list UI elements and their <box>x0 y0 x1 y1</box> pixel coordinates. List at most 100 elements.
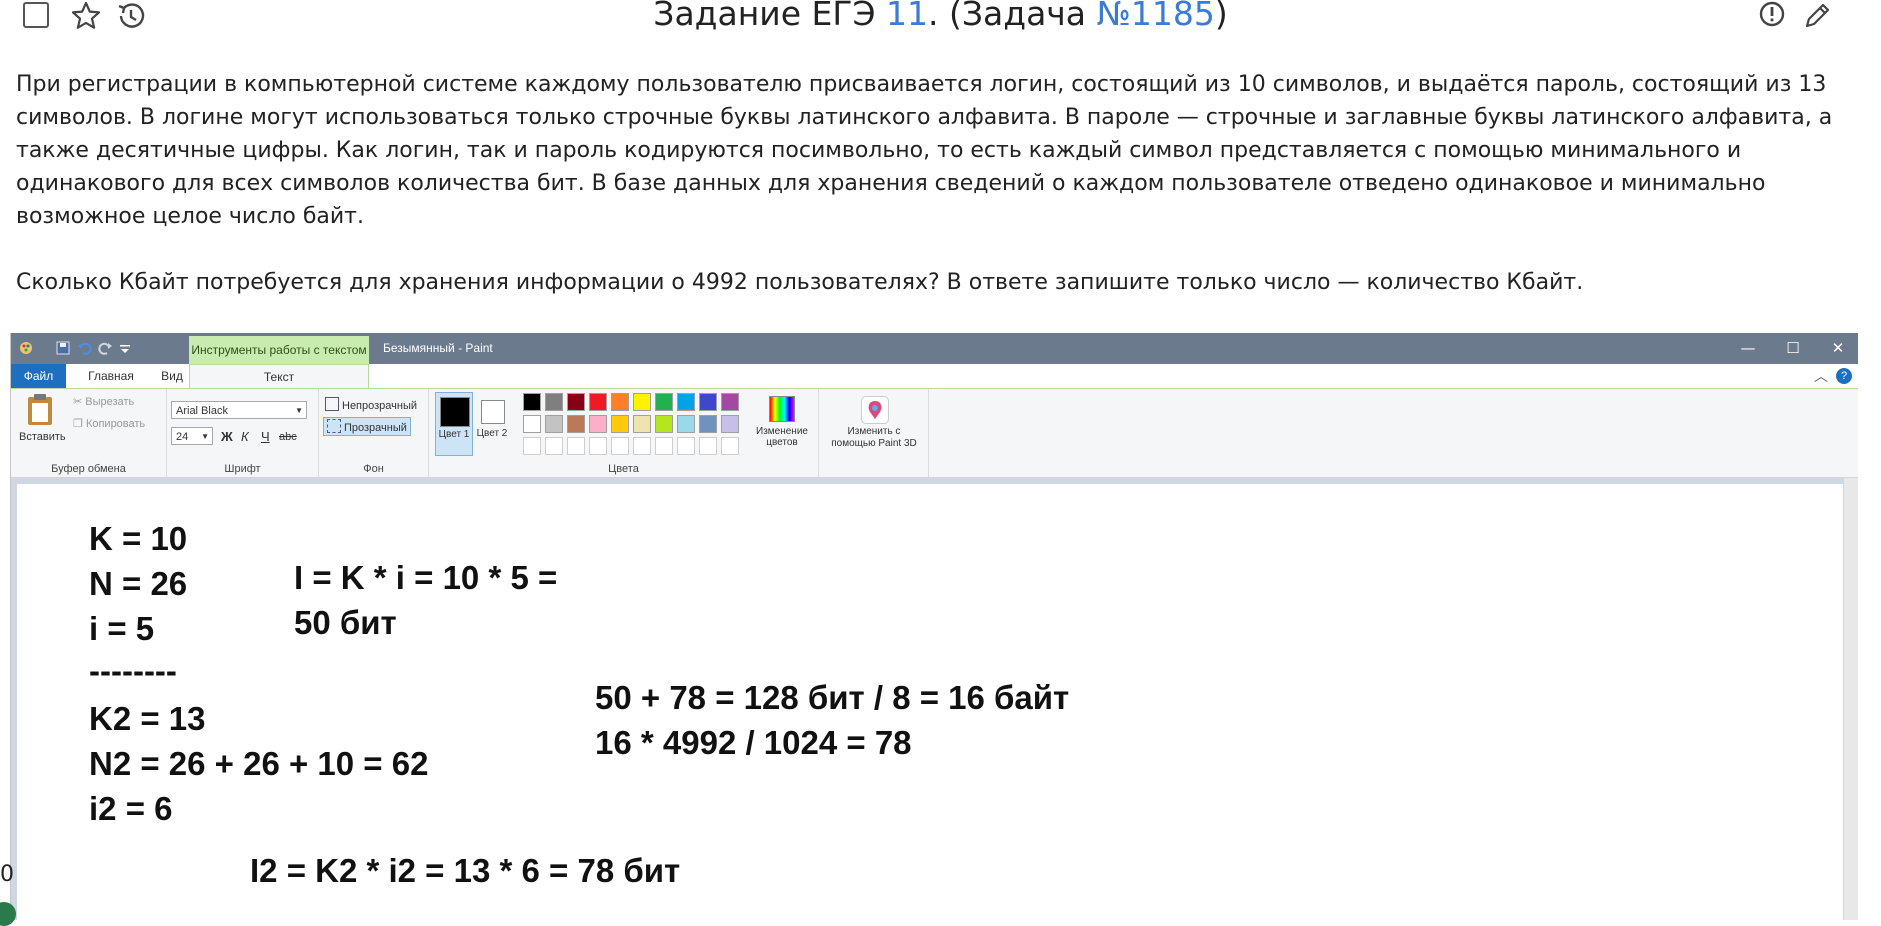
colors-group: Цвет 1 Цвет 2 Изменение цветов Цвета <box>429 389 819 477</box>
palette-swatch[interactable] <box>699 393 717 411</box>
palette-swatch[interactable] <box>523 415 541 433</box>
close-button[interactable]: ✕ <box>1816 333 1858 364</box>
palette-swatch[interactable] <box>545 393 563 411</box>
cut-button[interactable]: ✂ Вырезать <box>73 395 134 408</box>
opaque-button[interactable]: Непрозрачный <box>325 397 417 412</box>
background-group-label: Фон <box>363 463 384 475</box>
copy-icon: ❐ <box>73 418 83 430</box>
task-paragraph-1: При регистрации в компьютерной системе к… <box>16 72 1833 229</box>
customize-toolbar-icon[interactable] <box>117 340 133 356</box>
color2-button[interactable]: Цвет 2 <box>475 392 511 456</box>
paste-button[interactable]: Вставить <box>19 431 66 443</box>
palette-swatch[interactable] <box>567 415 585 433</box>
font-group: Arial Black ▼ 24 ▼ Ж К Ч abc Шрифт <box>167 389 319 477</box>
palette-swatch[interactable] <box>721 393 739 411</box>
tab-home[interactable]: Главная <box>75 364 147 388</box>
palette-swatch[interactable] <box>699 415 717 433</box>
tab-file[interactable]: Файл <box>11 364 66 388</box>
tab-text[interactable]: Текст <box>189 364 369 388</box>
custom-color-slot[interactable] <box>699 437 717 455</box>
canvas-line-n: N = 26 <box>89 565 188 602</box>
title-suffix: ) <box>1214 0 1228 33</box>
palette-swatch[interactable] <box>545 415 563 433</box>
palette-swatch[interactable] <box>633 393 651 411</box>
edit-icon[interactable] <box>1801 0 1833 32</box>
canvas-kb-calc: 16 * 4992 / 1024 = 78 <box>595 724 912 761</box>
custom-color-slot[interactable] <box>633 437 651 455</box>
transparent-button[interactable]: Прозрачный <box>323 417 411 436</box>
background-group: Непрозрачный Прозрачный Фон <box>319 389 429 477</box>
custom-color-slot[interactable] <box>611 437 629 455</box>
copy-button[interactable]: ❐ Копировать <box>73 417 145 430</box>
page-header: Задание ЕГЭ 11. (Задача №1185) <box>0 0 1881 40</box>
task-number-link[interactable]: 11 <box>886 0 928 33</box>
save-icon[interactable] <box>55 340 71 356</box>
canvas-separator: -------- <box>89 652 177 689</box>
paste-icon[interactable] <box>25 393 55 427</box>
font-family-select[interactable]: Arial Black ▼ <box>171 401 307 419</box>
custom-color-slot[interactable] <box>655 437 673 455</box>
palette-swatch[interactable] <box>589 415 607 433</box>
palette-swatch[interactable] <box>721 415 739 433</box>
color1-label: Цвет 1 <box>438 429 470 440</box>
problem-id-link[interactable]: №1185 <box>1097 0 1215 33</box>
canvas-area: K = 10 N = 26 i = 5 -------- K2 = 13 N2 … <box>11 478 1858 920</box>
paint-app-icon <box>18 340 34 356</box>
minimize-button[interactable]: — <box>1726 333 1770 364</box>
opaque-label: Непрозрачный <box>342 400 418 412</box>
palette-swatch[interactable] <box>677 393 695 411</box>
palette-swatch[interactable] <box>633 415 651 433</box>
ribbon: Вставить ✂ Вырезать ❐ Копировать Буфер о… <box>11 389 1858 478</box>
custom-color-slot[interactable] <box>567 437 585 455</box>
bold-button[interactable]: Ж <box>221 429 233 444</box>
custom-color-slot[interactable] <box>589 437 607 455</box>
palette-swatch[interactable] <box>611 415 629 433</box>
custom-color-slot[interactable] <box>721 437 739 455</box>
cut-label: Вырезать <box>85 396 135 408</box>
palette-swatch[interactable] <box>655 393 673 411</box>
italic-button[interactable]: К <box>241 429 249 444</box>
paint-window: Инструменты работы с текстом Безымянный … <box>10 333 1858 920</box>
scissors-icon: ✂ <box>73 396 83 408</box>
paint-window-title: Безымянный - Paint <box>383 341 493 355</box>
paint3d-button[interactable]: Изменить с помощью Paint 3D <box>827 392 921 456</box>
palette-swatch[interactable] <box>677 415 695 433</box>
ribbon-tabs: Файл Главная Вид Текст ︿ ? <box>11 364 1858 389</box>
vertical-scrollbar[interactable] <box>1844 478 1858 920</box>
color1-swatch <box>440 397 470 427</box>
custom-color-slot[interactable] <box>545 437 563 455</box>
canvas-line-i2: i2 = 6 <box>89 790 173 827</box>
undo-icon[interactable] <box>77 340 93 356</box>
dropdown-arrow-icon: ▼ <box>295 406 303 415</box>
canvas-line-k2: K2 = 13 <box>89 700 206 737</box>
font-family-value: Arial Black <box>176 405 228 417</box>
color1-button[interactable]: Цвет 1 <box>435 392 473 456</box>
maximize-button[interactable]: ☐ <box>1771 333 1815 364</box>
canvas-login-calc-1: I = K * i = 10 * 5 = <box>294 559 558 596</box>
title-prefix: Задание ЕГЭ <box>653 0 887 33</box>
text-tools-context-tab[interactable]: Инструменты работы с текстом <box>189 336 369 364</box>
paint3d-icon <box>861 396 889 424</box>
colors-group-label: Цвета <box>608 463 639 475</box>
strikethrough-button[interactable]: abc <box>279 431 297 443</box>
underline-button[interactable]: Ч <box>261 429 270 444</box>
font-group-label: Шрифт <box>224 463 261 475</box>
palette-swatch[interactable] <box>655 415 673 433</box>
custom-color-slot[interactable] <box>677 437 695 455</box>
palette-swatch[interactable] <box>567 393 585 411</box>
paint3d-label: Изменить с помощью Paint 3D <box>831 426 917 449</box>
redo-icon[interactable] <box>97 340 113 356</box>
canvas[interactable]: K = 10 N = 26 i = 5 -------- K2 = 13 N2 … <box>17 484 1843 920</box>
edit-colors-button[interactable]: Изменение цветов <box>753 392 811 456</box>
font-size-select[interactable]: 24 ▼ <box>171 427 213 445</box>
collapse-ribbon-icon[interactable]: ︿ <box>1814 366 1828 386</box>
title-middle: . (Задача <box>928 0 1097 33</box>
left-edge-text: 0 <box>0 862 14 887</box>
palette-swatch[interactable] <box>523 393 541 411</box>
palette-swatch[interactable] <box>611 393 629 411</box>
page-title: Задание ЕГЭ 11. (Задача №1185) <box>0 0 1881 33</box>
report-icon[interactable] <box>1756 0 1788 32</box>
custom-color-slot[interactable] <box>523 437 541 455</box>
help-icon[interactable]: ? <box>1836 368 1852 384</box>
palette-swatch[interactable] <box>589 393 607 411</box>
